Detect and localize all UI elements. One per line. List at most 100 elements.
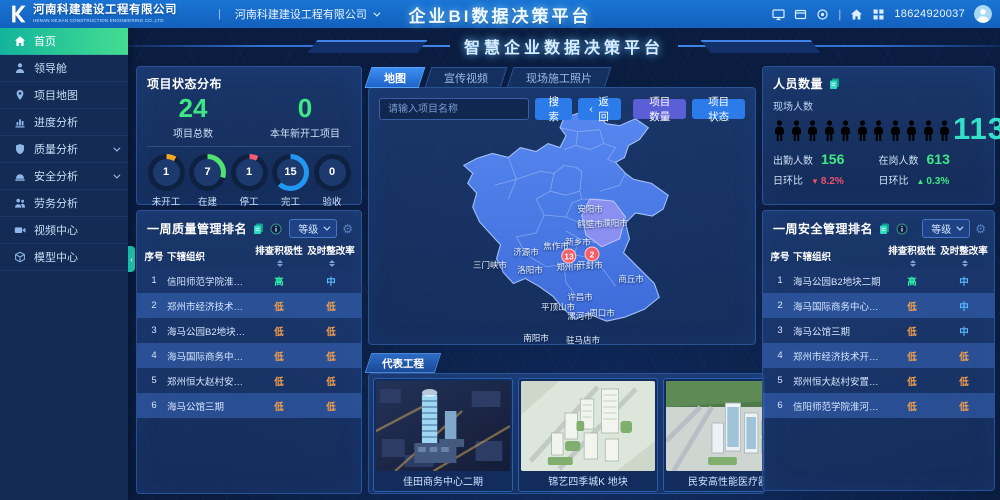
project-image-day2 [666, 381, 765, 471]
bar-chart-icon [14, 116, 26, 128]
table-header: 序号 下辖组织 排查积极性 及时整改率 [763, 244, 994, 268]
up-arrow-icon: ▲ [917, 177, 925, 186]
search-input[interactable] [379, 98, 529, 120]
app-title: 企业BI数据决策平台 [409, 0, 592, 28]
table-row[interactable]: 5郑州恒大赵村安置区A-0...低低 [763, 368, 994, 393]
person-icon [773, 119, 786, 143]
attendance-stat: 出勤人数156 日环比▼8.2% [773, 151, 879, 192]
project-status-button[interactable]: 项目状态 [692, 99, 745, 119]
person-icon [839, 119, 852, 143]
cube-icon [14, 251, 26, 263]
map-tabs: 地图 宣传视频 现场施工照片 [368, 67, 608, 88]
level-filter-dropdown[interactable]: 等级 [289, 219, 337, 238]
donut-not-started: 1 未开工 [146, 154, 186, 208]
gear-icon[interactable]: ⚙ [975, 223, 986, 235]
person-icon [823, 119, 836, 143]
panel-title: 一周质量管理排名 [147, 220, 247, 237]
chevron-down-icon [324, 224, 331, 231]
video-icon [14, 224, 26, 236]
table-row[interactable]: 6海马公馆三期低低 [137, 393, 361, 418]
sidebar-item-home[interactable]: 首页 [0, 28, 128, 55]
tab-site-photos[interactable]: 现场施工照片 [510, 67, 608, 88]
project-status-panel: 项目状态分布 24 项目总数 0 本年新开工项目 1 未开工 7 [136, 66, 362, 205]
donut-completed: 15 完工 [271, 154, 311, 208]
tab-promo-video[interactable]: 宣传视频 [428, 67, 504, 88]
chevron-down-icon [373, 9, 380, 16]
down-arrow-icon: ▼ [811, 177, 819, 186]
person-icon [872, 119, 885, 143]
panel-title: 一周安全管理排名 [773, 220, 873, 237]
project-image-day [521, 381, 655, 471]
project-caption: 佳田商务中心二期 [376, 471, 510, 489]
table-row[interactable]: 5郑州恒大赵村安置区A-0...低低 [137, 368, 361, 393]
person-icon [938, 119, 951, 143]
sidebar-item-safety[interactable]: 安全分析 [0, 163, 128, 190]
info-icon[interactable] [896, 223, 908, 235]
shield-icon [14, 143, 26, 155]
project-card[interactable]: 佳田商务中心二期 [373, 378, 513, 492]
search-button[interactable]: 搜索 [535, 98, 572, 120]
gear-icon[interactable]: ⚙ [342, 223, 353, 235]
table-row[interactable]: 4郑州市经济技术开发区青...低低 [763, 343, 994, 368]
table-row[interactable]: 1信阳师范学院淮河校区二...高中 [137, 268, 361, 293]
phone-number: 18624920037 [894, 8, 965, 20]
table-row[interactable]: 1海马公园B2地块二期高中 [763, 268, 994, 293]
safety-ranking-panel: 一周安全管理排名 等级 ⚙ 序号 下辖组织 排查积极性 及时整改率 [762, 210, 995, 491]
sort-icon [962, 257, 968, 270]
person-icon [856, 119, 869, 143]
top-bar: 河南科建建设工程有限公司 HENAN KEJIAN CONSTRUCTION E… [0, 0, 1000, 28]
back-button[interactable]: ‹返回 [578, 98, 621, 120]
chevron-down-icon [113, 144, 120, 151]
table-row[interactable]: 2郑州市经济技术开发区青...低低 [137, 293, 361, 318]
sort-icon [910, 257, 916, 270]
tab-representative-projects[interactable]: 代表工程 [368, 353, 438, 373]
monitor-icon[interactable] [772, 8, 785, 21]
panel-title: 人员数量 [773, 75, 823, 92]
table-row[interactable]: 2海马国际商务中心A1地...低中 [763, 293, 994, 318]
sidebar-item-model[interactable]: 模型中心 [0, 244, 128, 271]
org-selector[interactable]: | 河南科建建设工程有限公司 [216, 6, 378, 22]
sidebar-item-quality[interactable]: 质量分析 [0, 136, 128, 163]
sidebar-item-project-map[interactable]: 项目地图 [0, 82, 128, 109]
table-row[interactable]: 6信阳师范学院淮河校区二...低低 [763, 393, 994, 418]
back-arrow-icon: ‹ [589, 103, 593, 115]
avatar[interactable] [974, 5, 992, 23]
henan-province-map[interactable]: 安阳市 鹤壁市 濮阳市 新乡市 焦作市 济源市 三门峡市 洛阳市 郑州市 开封市… [369, 88, 755, 344]
project-card[interactable]: 锦艺四季城K 地块 [518, 378, 658, 492]
grid-icon[interactable] [872, 8, 885, 21]
sidebar-item-progress[interactable]: 进度分析 [0, 109, 128, 136]
onsite-count: 113 [953, 115, 1000, 143]
banner-title: 智慧企业数据决策平台 [450, 34, 678, 58]
person-icon [922, 119, 935, 143]
project-badge-kaifeng[interactable]: 2 [585, 247, 600, 262]
person-icon [905, 119, 918, 143]
tab-map[interactable]: 地图 [368, 67, 422, 88]
info-icon[interactable] [270, 223, 282, 235]
table-row[interactable]: 3海马公园B2地块二期低低 [137, 318, 361, 343]
sidebar-item-labor[interactable]: 劳务分析 [0, 190, 128, 217]
sidebar-item-video[interactable]: 视频中心 [0, 217, 128, 244]
helmet-icon [14, 170, 26, 182]
company-name-en: HENAN KEJIAN CONSTRUCTION ENGINEERING CO… [33, 19, 177, 24]
map-panel: 搜索 ‹返回 项目数量 项目状态 [368, 87, 756, 345]
safety-table: 序号 下辖组织 排查积极性 及时整改率 1海马公园B2地块二期高中 2海马国际商… [763, 244, 994, 418]
sidebar-item-leader[interactable]: 领导舱 [0, 55, 128, 82]
donut-in-progress: 7 在建 [188, 154, 228, 208]
banner: 智慧企业数据决策平台 [128, 28, 1000, 64]
level-filter-dropdown[interactable]: 等级 [922, 219, 970, 238]
home-icon[interactable] [850, 8, 863, 21]
donut-stopped: 1 停工 [229, 154, 269, 208]
table-row[interactable]: 4海马国际商务中心A1地...低低 [137, 343, 361, 368]
sort-icon [277, 257, 283, 270]
quality-ranking-panel: 一周质量管理排名 等级 ⚙ 序号 下辖组织 排查积极性 及时整改率 [136, 210, 362, 494]
project-card[interactable]: 民安高性能医疗器械 [663, 378, 765, 492]
table-header: 序号 下辖组织 排查积极性 及时整改率 [137, 244, 361, 268]
sidebar-collapse-handle[interactable]: ‹ [128, 246, 135, 272]
table-row[interactable]: 3海马公馆三期低中 [763, 318, 994, 343]
target-icon[interactable] [816, 8, 829, 21]
window-icon[interactable] [794, 8, 807, 21]
company-logo: 河南科建建设工程有限公司 HENAN KEJIAN CONSTRUCTION E… [0, 4, 216, 24]
panel-title: 项目状态分布 [147, 75, 222, 92]
person-icon [889, 119, 902, 143]
project-count-button[interactable]: 项目数量 [633, 99, 686, 119]
